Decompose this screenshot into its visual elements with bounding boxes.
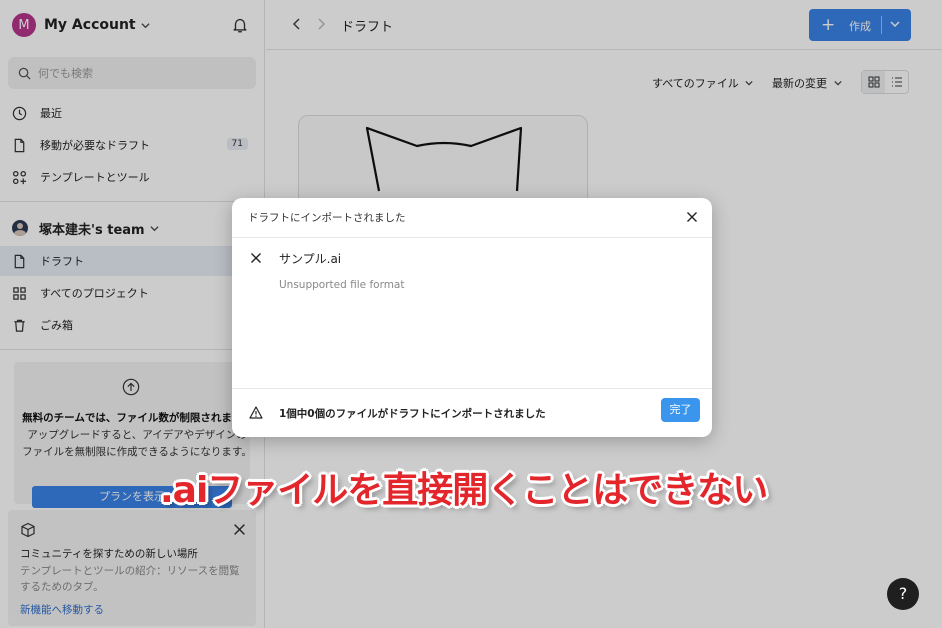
annotation-caption: .aiファイルを直接開くことはできない xyxy=(160,470,768,511)
file-name: サンプル.ai xyxy=(279,252,342,266)
dialog-header: ドラフトにインポートされました xyxy=(232,198,712,238)
dialog-footer: 1個中0個のファイルがドラフトにインポートされました 完了 xyxy=(232,388,712,437)
import-summary: 1個中0個のファイルがドラフトにインポートされました xyxy=(279,408,546,420)
import-result-dialog: ドラフトにインポートされました サンプル.ai Unsupported file… xyxy=(232,198,712,437)
done-button[interactable]: 完了 xyxy=(661,398,700,422)
app-window: M My Account 何でも検索 最近 移動が必要なドラフト 71 テンプレ… xyxy=(0,0,942,628)
help-button[interactable]: ? xyxy=(887,578,919,610)
dialog-title: ドラフトにインポートされました xyxy=(248,212,406,224)
warning-icon xyxy=(249,406,263,419)
file-error: Unsupported file format xyxy=(279,279,405,291)
error-x-icon xyxy=(251,253,261,263)
close-icon[interactable] xyxy=(686,211,698,223)
